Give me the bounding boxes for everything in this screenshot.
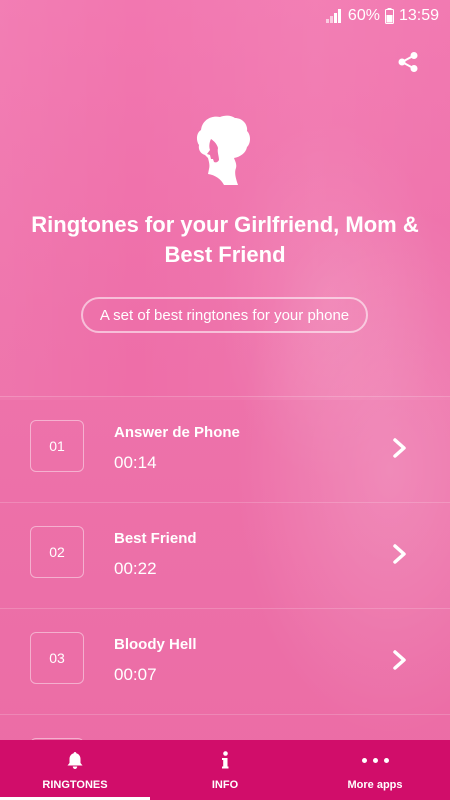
ringtone-name: Best Friend bbox=[114, 530, 197, 547]
ringtone-duration: 00:14 bbox=[114, 453, 157, 472]
clock: 13:59 bbox=[398, 7, 439, 24]
ringtone-name: Answer de Phone bbox=[114, 424, 240, 441]
track-number: 02 bbox=[30, 526, 84, 578]
subtitle-text: A set of best ringtones for your phone bbox=[99, 306, 350, 324]
ringtone-duration: 00:07 bbox=[114, 665, 157, 684]
share-icon bbox=[398, 52, 418, 72]
ringtone-item[interactable]: 03 Bloody Hell 00:07 bbox=[0, 608, 450, 714]
subtitle-pill: A set of best ringtones for your phone bbox=[81, 297, 368, 333]
nav-more-apps[interactable]: More apps bbox=[300, 740, 450, 800]
chevron-right-icon[interactable] bbox=[390, 437, 410, 459]
ringtone-duration: 00:22 bbox=[114, 559, 157, 578]
nav-label: RINGTONES bbox=[42, 779, 108, 791]
track-number: 03 bbox=[30, 632, 84, 684]
nav-label: More apps bbox=[347, 779, 403, 791]
ringtone-item[interactable] bbox=[0, 714, 450, 740]
battery-percent: 60% bbox=[347, 7, 380, 24]
info-icon bbox=[222, 751, 229, 769]
nav-info[interactable]: INFO bbox=[150, 740, 300, 800]
chevron-right-icon[interactable] bbox=[390, 543, 410, 565]
bottom-navigation: RINGTONES INFO More apps bbox=[0, 740, 450, 800]
woman-silhouette-logo bbox=[196, 115, 250, 185]
nav-label: INFO bbox=[211, 779, 239, 791]
ringtone-list: 01 Answer de Phone 00:14 02 Best Friend … bbox=[0, 396, 450, 740]
nav-ringtones[interactable]: RINGTONES bbox=[0, 740, 150, 800]
more-icon bbox=[361, 757, 389, 763]
ringtone-item[interactable]: 02 Best Friend 00:22 bbox=[0, 502, 450, 608]
bell-icon bbox=[67, 751, 83, 769]
status-bar: 60% 13:59 bbox=[0, 0, 450, 32]
track-number: 01 bbox=[30, 420, 84, 472]
ringtone-name: Bloody Hell bbox=[114, 636, 197, 653]
page-title: Ringtones for your Girlfriend, Mom & Bes… bbox=[31, 212, 419, 267]
ringtone-item[interactable]: 01 Answer de Phone 00:14 bbox=[0, 396, 450, 502]
signal-icon bbox=[325, 9, 341, 23]
battery-icon bbox=[384, 8, 394, 24]
share-button[interactable] bbox=[393, 47, 423, 77]
chevron-right-icon[interactable] bbox=[390, 649, 410, 671]
